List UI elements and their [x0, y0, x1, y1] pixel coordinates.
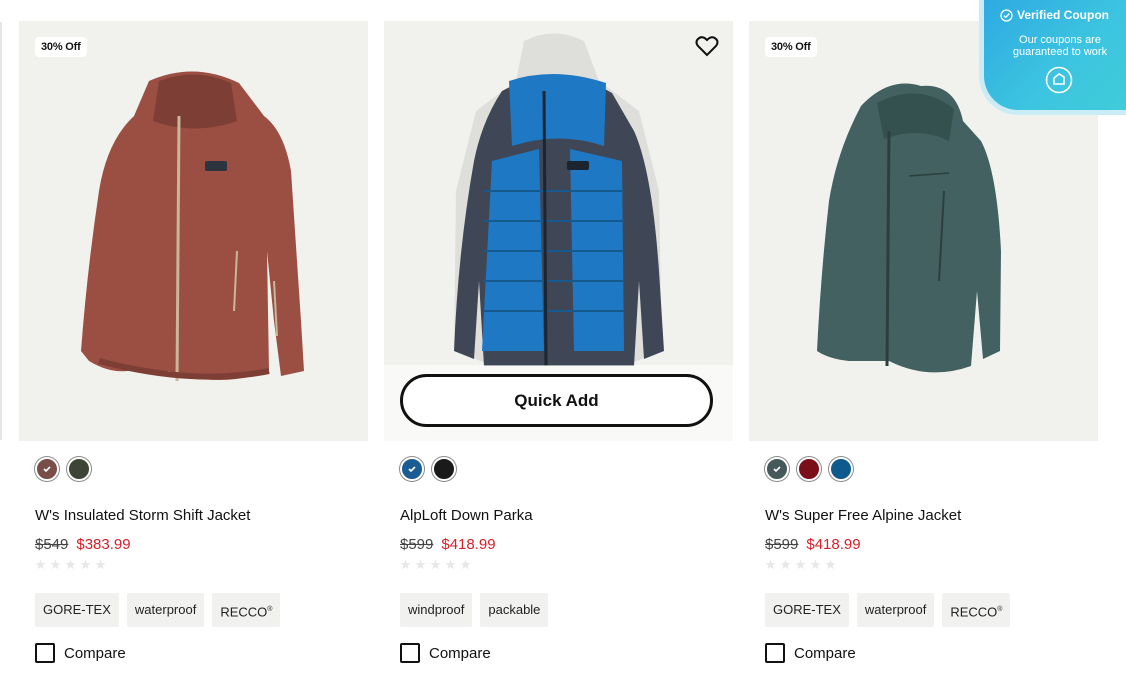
star-icon — [50, 559, 61, 570]
compare-label: Compare — [794, 644, 856, 662]
price: $599 $418.99 — [400, 536, 496, 553]
color-swatches — [765, 457, 853, 481]
feature-tags: GORE-TEX waterproof RECCO® — [765, 593, 1011, 627]
original-price: $549 — [35, 536, 69, 553]
star-icon — [825, 559, 836, 570]
feature-tag-label: RECCO — [220, 604, 268, 620]
quick-add-button[interactable]: Quick Add — [400, 374, 713, 427]
registered-mark: ® — [267, 606, 273, 613]
color-swatch[interactable] — [432, 457, 456, 481]
check-icon — [408, 466, 416, 473]
sale-price: $418.99 — [806, 536, 861, 553]
product-image[interactable]: 30% Off — [19, 21, 368, 441]
color-swatch[interactable] — [829, 457, 853, 481]
compare-label: Compare — [64, 644, 126, 662]
compare-label: Compare — [429, 644, 491, 662]
star-icon — [415, 559, 426, 570]
color-swatches — [400, 457, 456, 481]
jacket-image — [81, 71, 304, 382]
feature-tag-label: RECCO — [950, 604, 998, 620]
feature-tag[interactable]: RECCO® — [942, 593, 1011, 627]
discount-badge: 30% Off — [35, 37, 87, 57]
feature-tag[interactable]: windproof — [400, 593, 473, 627]
star-icon — [810, 559, 821, 570]
sale-price: $383.99 — [76, 536, 131, 553]
coupon-message: Our coupons are guaranteed to work — [1012, 34, 1108, 58]
star-icon — [95, 559, 106, 570]
star-icon — [765, 559, 776, 570]
compare-toggle[interactable]: Compare — [35, 643, 126, 663]
feature-tag[interactable]: RECCO® — [212, 593, 281, 627]
coupon-title-text: Verified Coupon — [1017, 8, 1110, 22]
compare-checkbox[interactable] — [400, 643, 420, 663]
sale-price: $418.99 — [441, 536, 496, 553]
product-card[interactable]: Quick Add AlpLoft Down Parka $599 $418.99… — [384, 21, 733, 663]
star-icon — [430, 559, 441, 570]
check-icon — [43, 466, 51, 473]
color-swatch-selected[interactable] — [35, 457, 59, 481]
compare-toggle[interactable]: Compare — [765, 643, 856, 663]
coupon-tag-icon[interactable] — [1045, 66, 1073, 94]
compare-checkbox[interactable] — [35, 643, 55, 663]
color-swatch-selected[interactable] — [765, 457, 789, 481]
star-icon — [65, 559, 76, 570]
heart-icon[interactable] — [695, 35, 719, 57]
verified-check-icon — [1000, 8, 1013, 22]
coupon-title: Verified Coupon — [1000, 8, 1109, 22]
rating-stars — [765, 559, 836, 570]
check-icon — [773, 466, 781, 473]
feature-tags: windproof packable — [400, 593, 549, 627]
product-title[interactable]: W's Super Free Alpine Jacket — [765, 507, 961, 524]
original-price: $599 — [765, 536, 799, 553]
compare-toggle[interactable]: Compare — [400, 643, 491, 663]
original-price: $599 — [400, 536, 434, 553]
price: $549 $383.99 — [35, 536, 131, 553]
star-icon — [445, 559, 456, 570]
feature-tag[interactable]: GORE-TEX — [765, 593, 849, 627]
price: $599 $418.99 — [765, 536, 861, 553]
color-swatch[interactable] — [797, 457, 821, 481]
star-icon — [80, 559, 91, 570]
feature-tag[interactable]: packable — [480, 593, 549, 627]
color-swatches — [35, 457, 91, 481]
color-swatch-selected[interactable] — [400, 457, 424, 481]
star-icon — [795, 559, 806, 570]
product-title[interactable]: W's Insulated Storm Shift Jacket — [35, 507, 250, 524]
rating-stars — [35, 559, 106, 570]
star-icon — [460, 559, 471, 570]
discount-badge: 30% Off — [765, 37, 817, 57]
registered-mark: ® — [997, 606, 1003, 613]
product-title[interactable]: AlpLoft Down Parka — [400, 507, 533, 524]
feature-tags: GORE-TEX waterproof RECCO® — [35, 593, 281, 627]
verified-coupon-widget[interactable]: Verified Coupon Our coupons are guarante… — [984, 0, 1126, 110]
feature-tag[interactable]: waterproof — [126, 593, 205, 627]
feature-tag[interactable]: waterproof — [856, 593, 935, 627]
star-icon — [780, 559, 791, 570]
feature-tag[interactable]: GORE-TEX — [35, 593, 119, 627]
product-card[interactable]: 30% Off W's Insulated Storm Shift Jacket… — [19, 21, 368, 663]
product-image[interactable]: Quick Add — [384, 21, 733, 441]
rating-stars — [400, 559, 471, 570]
star-icon — [400, 559, 411, 570]
compare-checkbox[interactable] — [765, 643, 785, 663]
color-swatch[interactable] — [67, 457, 91, 481]
star-icon — [35, 559, 46, 570]
previous-card-edge — [0, 22, 2, 440]
